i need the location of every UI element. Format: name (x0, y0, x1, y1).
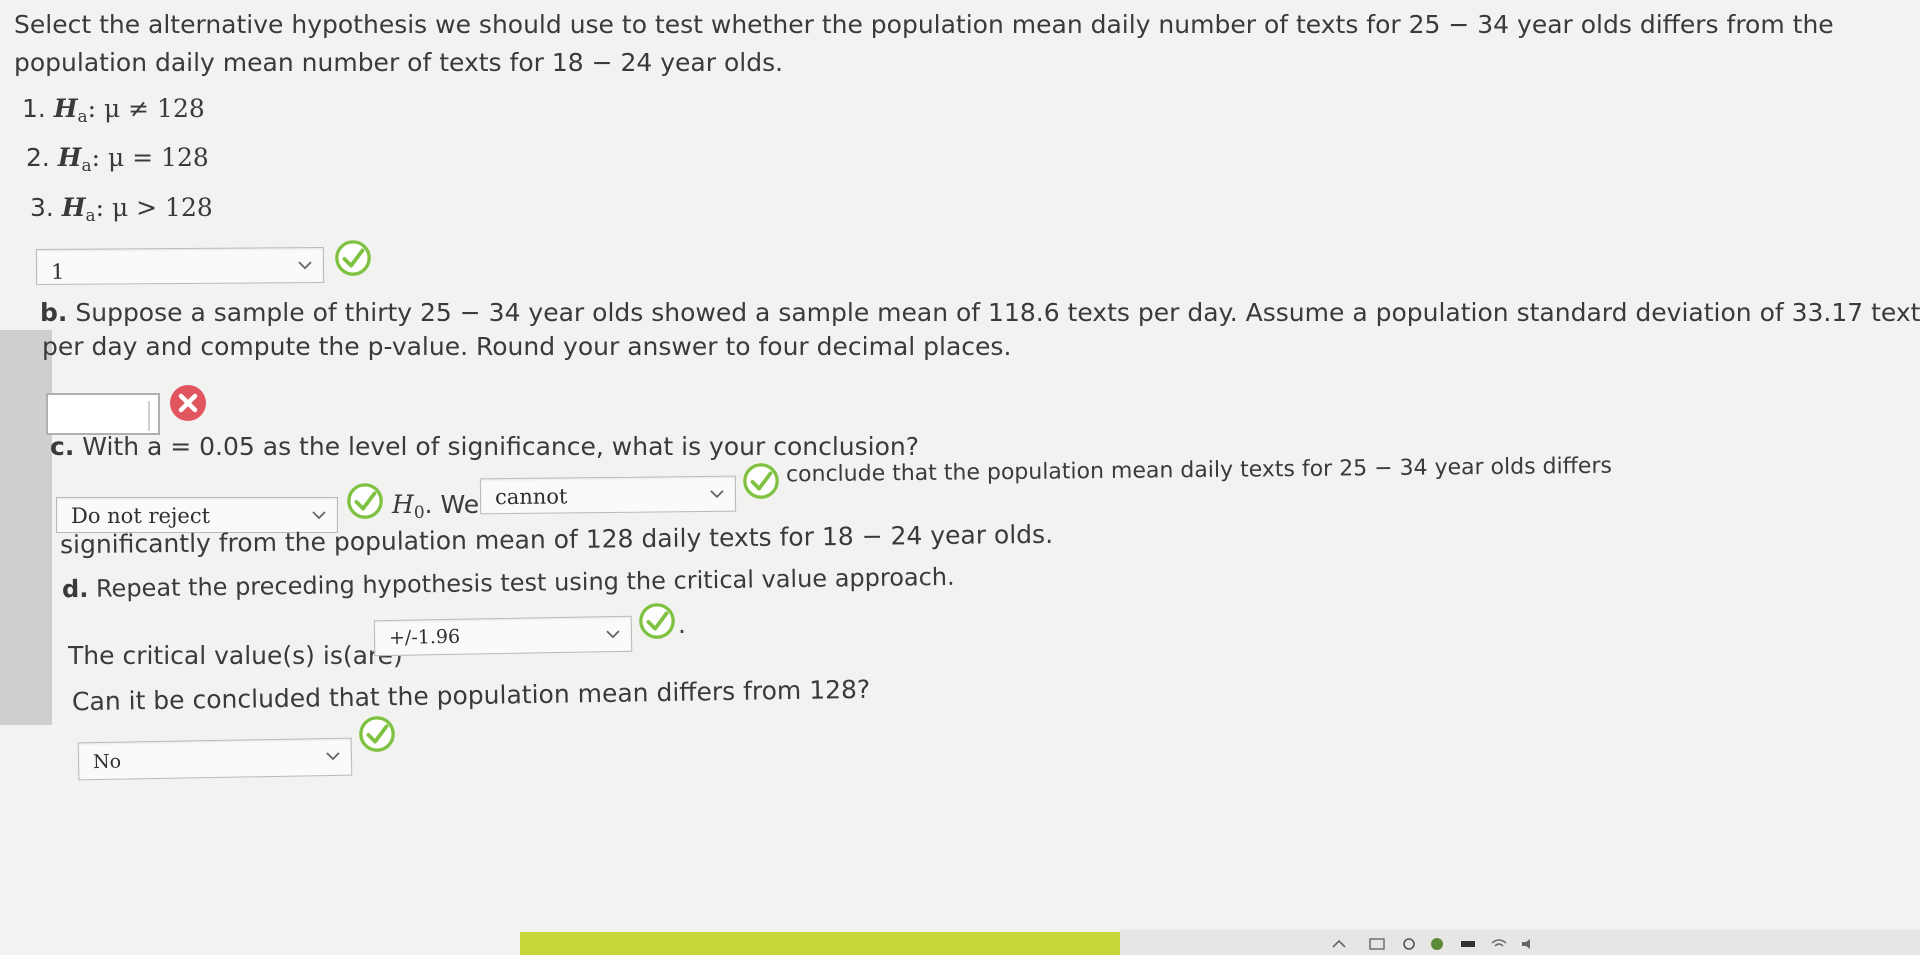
check-circle-icon (347, 483, 383, 519)
check-circle-icon (335, 240, 371, 276)
error-x-icon (170, 385, 206, 421)
critical-value-label: The critical value(s) is(are) (68, 641, 403, 670)
input-scrollbar (148, 401, 150, 431)
h0-we-text: H0. We (392, 490, 480, 523)
question-line-2: population daily mean number of texts fo… (14, 48, 784, 77)
volume-icon[interactable] (1520, 937, 1538, 951)
option-h: H (53, 94, 78, 123)
chevron-down-icon (312, 511, 326, 520)
chevron-up-icon[interactable] (1330, 937, 1348, 951)
option-h: H (57, 143, 82, 172)
we-text: . We (424, 490, 480, 519)
option-3: 3. Ha: μ > 128 (30, 193, 213, 226)
conclude-question: Can it be concluded that the population … (71, 674, 871, 717)
conclude-select[interactable]: No (77, 737, 353, 781)
check-circle-icon (639, 603, 675, 639)
part-d-intro: d. Repeat the preceding hypothesis test … (62, 563, 955, 603)
battery-icon[interactable] (1460, 937, 1478, 951)
reject-select-value: Do not reject (71, 504, 211, 528)
hypothesis-select-value: 1 (50, 259, 65, 284)
h0-symbol: H (392, 490, 414, 519)
homework-page: Select the alternative hypothesis we sho… (0, 0, 1920, 955)
question-line-1: Select the alternative hypothesis we sho… (14, 10, 1834, 39)
conclude-select-value: No (92, 750, 122, 774)
green-banner (520, 932, 1120, 955)
wifi-icon[interactable] (1490, 937, 1508, 951)
vpn-icon[interactable] (1428, 937, 1446, 951)
part-c-text: With a = 0.05 as the level of significan… (82, 432, 920, 461)
app-icon[interactable] (1400, 937, 1418, 951)
chevron-down-icon (710, 490, 724, 499)
critical-value-select-value: +/-1.96 (388, 625, 461, 649)
option-number: 2. (26, 143, 50, 172)
option-h-sub: a (77, 107, 88, 127)
can-cannot-select-value: cannot (494, 484, 568, 510)
part-c-question: c. With a = 0.05 as the level of signifi… (50, 432, 919, 461)
can-cannot-select[interactable]: cannot (479, 475, 737, 515)
left-scroll-gutter (0, 330, 52, 725)
option-number: 3. (30, 193, 54, 222)
option-h: H (61, 193, 86, 222)
option-expr: : μ > 128 (95, 193, 213, 222)
chevron-down-icon (606, 630, 620, 639)
part-d-intro-text: Repeat the preceding hypothesis test usi… (95, 562, 955, 603)
critical-period: . (678, 610, 686, 639)
chevron-down-icon (326, 752, 340, 761)
option-h-sub: a (81, 156, 92, 176)
h0-sub: 0 (413, 503, 425, 523)
option-1: 1. Ha: μ ≠ 128 (22, 94, 205, 127)
part-b-label: b. (40, 298, 68, 327)
hypothesis-select[interactable]: 1 (35, 246, 325, 286)
part-c-label: c. (50, 432, 75, 461)
option-2: 2. Ha: μ = 128 (26, 143, 209, 176)
option-expr: : μ ≠ 128 (87, 94, 205, 123)
part-b-text-1: Suppose a sample of thirty 25 − 34 year … (75, 298, 1920, 327)
critical-value-select[interactable]: +/-1.96 (373, 615, 633, 657)
part-d-label: d. (61, 574, 89, 604)
chevron-down-icon (298, 261, 312, 270)
p-value-input[interactable] (46, 393, 160, 435)
part-b-line-1: b. Suppose a sample of thirty 25 − 34 ye… (40, 298, 1920, 327)
part-b-line-2: per day and compute the p-value. Round y… (42, 332, 1012, 361)
check-circle-icon (743, 463, 779, 499)
keyboard-icon[interactable] (1368, 937, 1386, 951)
option-expr: : μ = 128 (91, 143, 209, 172)
check-circle-icon (359, 716, 395, 752)
option-h-sub: a (85, 206, 96, 226)
option-number: 1. (22, 94, 46, 123)
